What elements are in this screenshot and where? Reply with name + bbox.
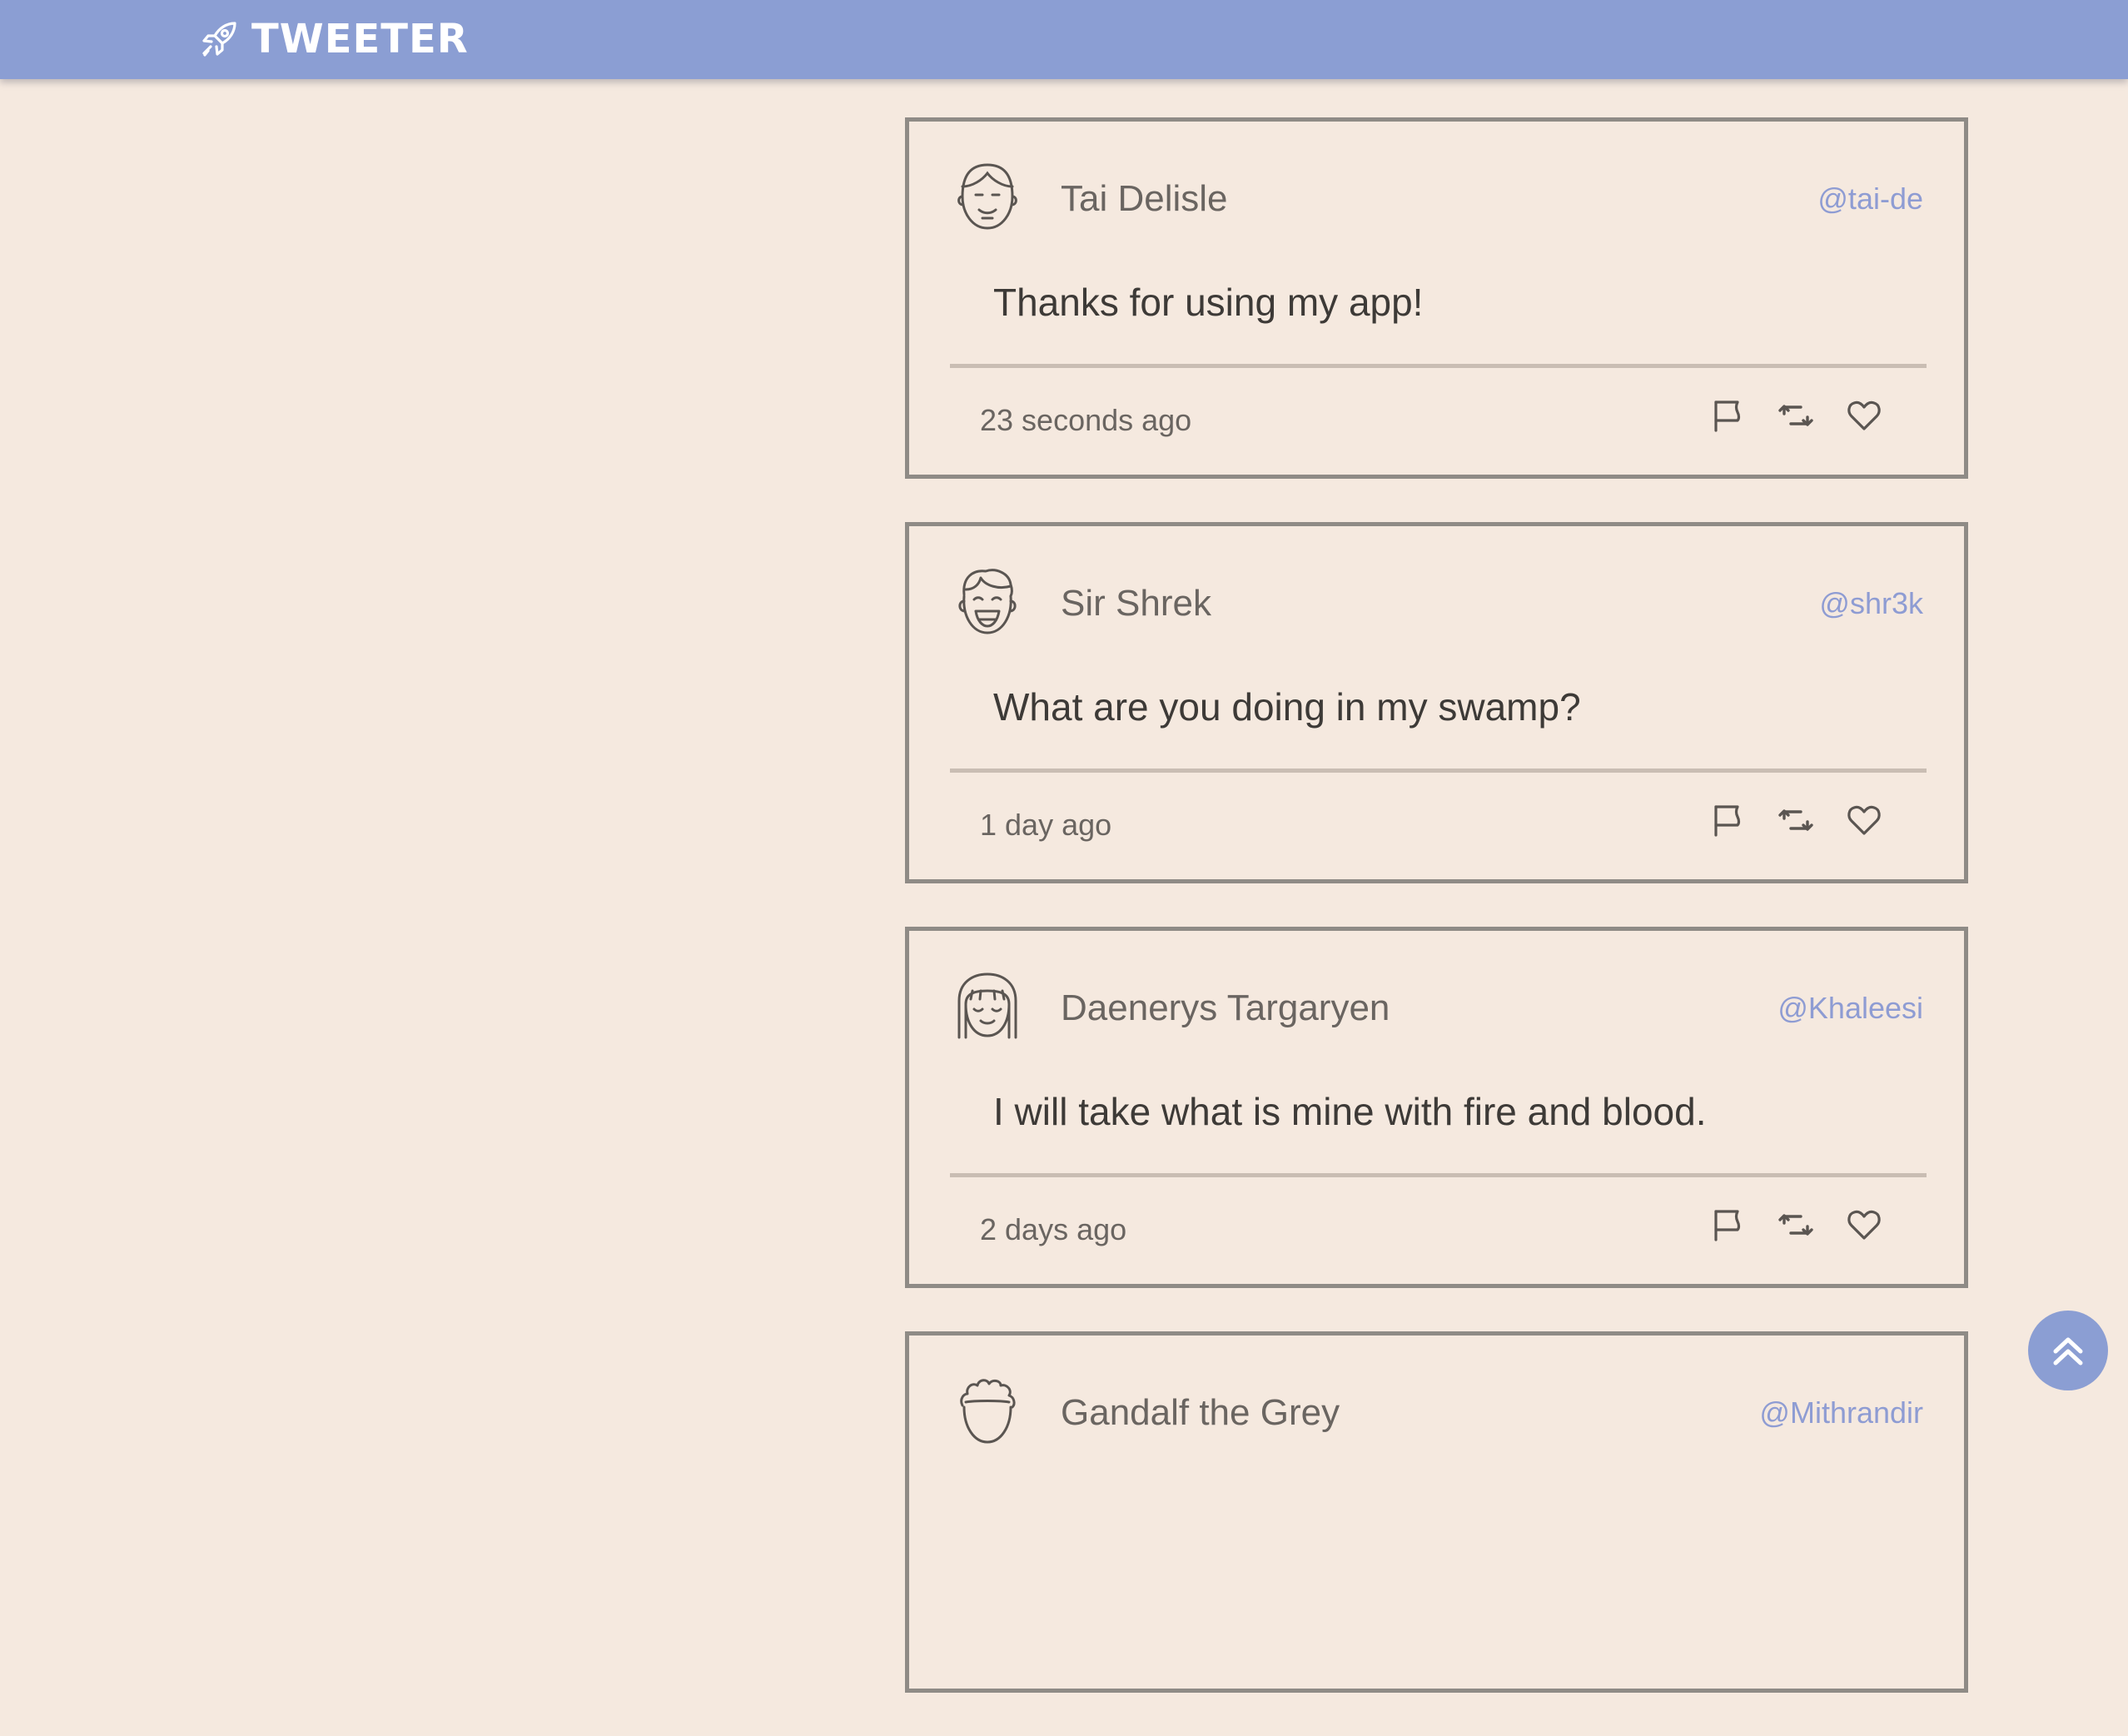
author-name: Tai Delisle [1061, 178, 1228, 219]
back-to-top-button[interactable] [2028, 1311, 2108, 1390]
author-handle[interactable]: @tai-de [1817, 182, 1923, 216]
brand[interactable]: TWEETER [198, 12, 469, 67]
tweet-actions [1709, 1206, 1882, 1243]
tweet-feed: Tai Delisle @tai-de Thanks for using my … [905, 117, 1968, 1736]
author-name: Gandalf the Grey [1061, 1392, 1340, 1433]
divider [950, 1173, 1927, 1177]
tweet-card: Daenerys Targaryen @Khaleesi I will take… [905, 927, 1968, 1288]
tweet-text: I will take what is mine with fire and b… [993, 1090, 1707, 1133]
flag-icon[interactable] [1709, 802, 1746, 838]
tweet-text: What are you doing in my swamp? [993, 685, 1581, 729]
heart-icon[interactable] [1846, 802, 1882, 838]
author-name: Sir Shrek [1061, 583, 1211, 624]
tweet-card: Gandalf the Grey @Mithrandir [905, 1331, 1968, 1693]
curly-hair-avatar [960, 1379, 1016, 1444]
heart-icon[interactable] [1846, 1206, 1882, 1243]
retweet-icon[interactable] [1777, 802, 1814, 838]
timestamp: 1 day ago [980, 808, 1112, 842]
divider [950, 769, 1927, 773]
laughing-man-avatar [958, 569, 1017, 634]
author-name: Daenerys Targaryen [1061, 987, 1390, 1028]
tweet-card: Tai Delisle @tai-de Thanks for using my … [905, 117, 1968, 479]
tweet-card: Sir Shrek @shr3k What are you doing in m… [905, 522, 1968, 883]
retweet-icon[interactable] [1777, 397, 1814, 434]
heart-icon[interactable] [1846, 397, 1882, 434]
timestamp: 23 seconds ago [980, 403, 1192, 437]
author-handle[interactable]: @Mithrandir [1759, 1395, 1923, 1430]
author-handle[interactable]: @Khaleesi [1777, 991, 1923, 1026]
brand-title: TWEETER [251, 16, 469, 62]
tweet-text: Thanks for using my app! [993, 281, 1424, 324]
tweet-actions [1709, 397, 1882, 434]
top-nav-bar: TWEETER [0, 0, 2128, 79]
woman-bangs-avatar [957, 972, 1017, 1039]
double-chevron-up-icon [2053, 1337, 2083, 1365]
author-handle[interactable]: @shr3k [1819, 586, 1923, 621]
flag-icon[interactable] [1709, 397, 1746, 434]
smiling-man-avatar [957, 163, 1017, 230]
divider [950, 364, 1927, 368]
tweet-actions [1709, 802, 1882, 838]
retweet-icon[interactable] [1777, 1206, 1814, 1243]
rocket-icon [202, 22, 236, 57]
flag-icon[interactable] [1709, 1206, 1746, 1243]
timestamp: 2 days ago [980, 1212, 1127, 1246]
